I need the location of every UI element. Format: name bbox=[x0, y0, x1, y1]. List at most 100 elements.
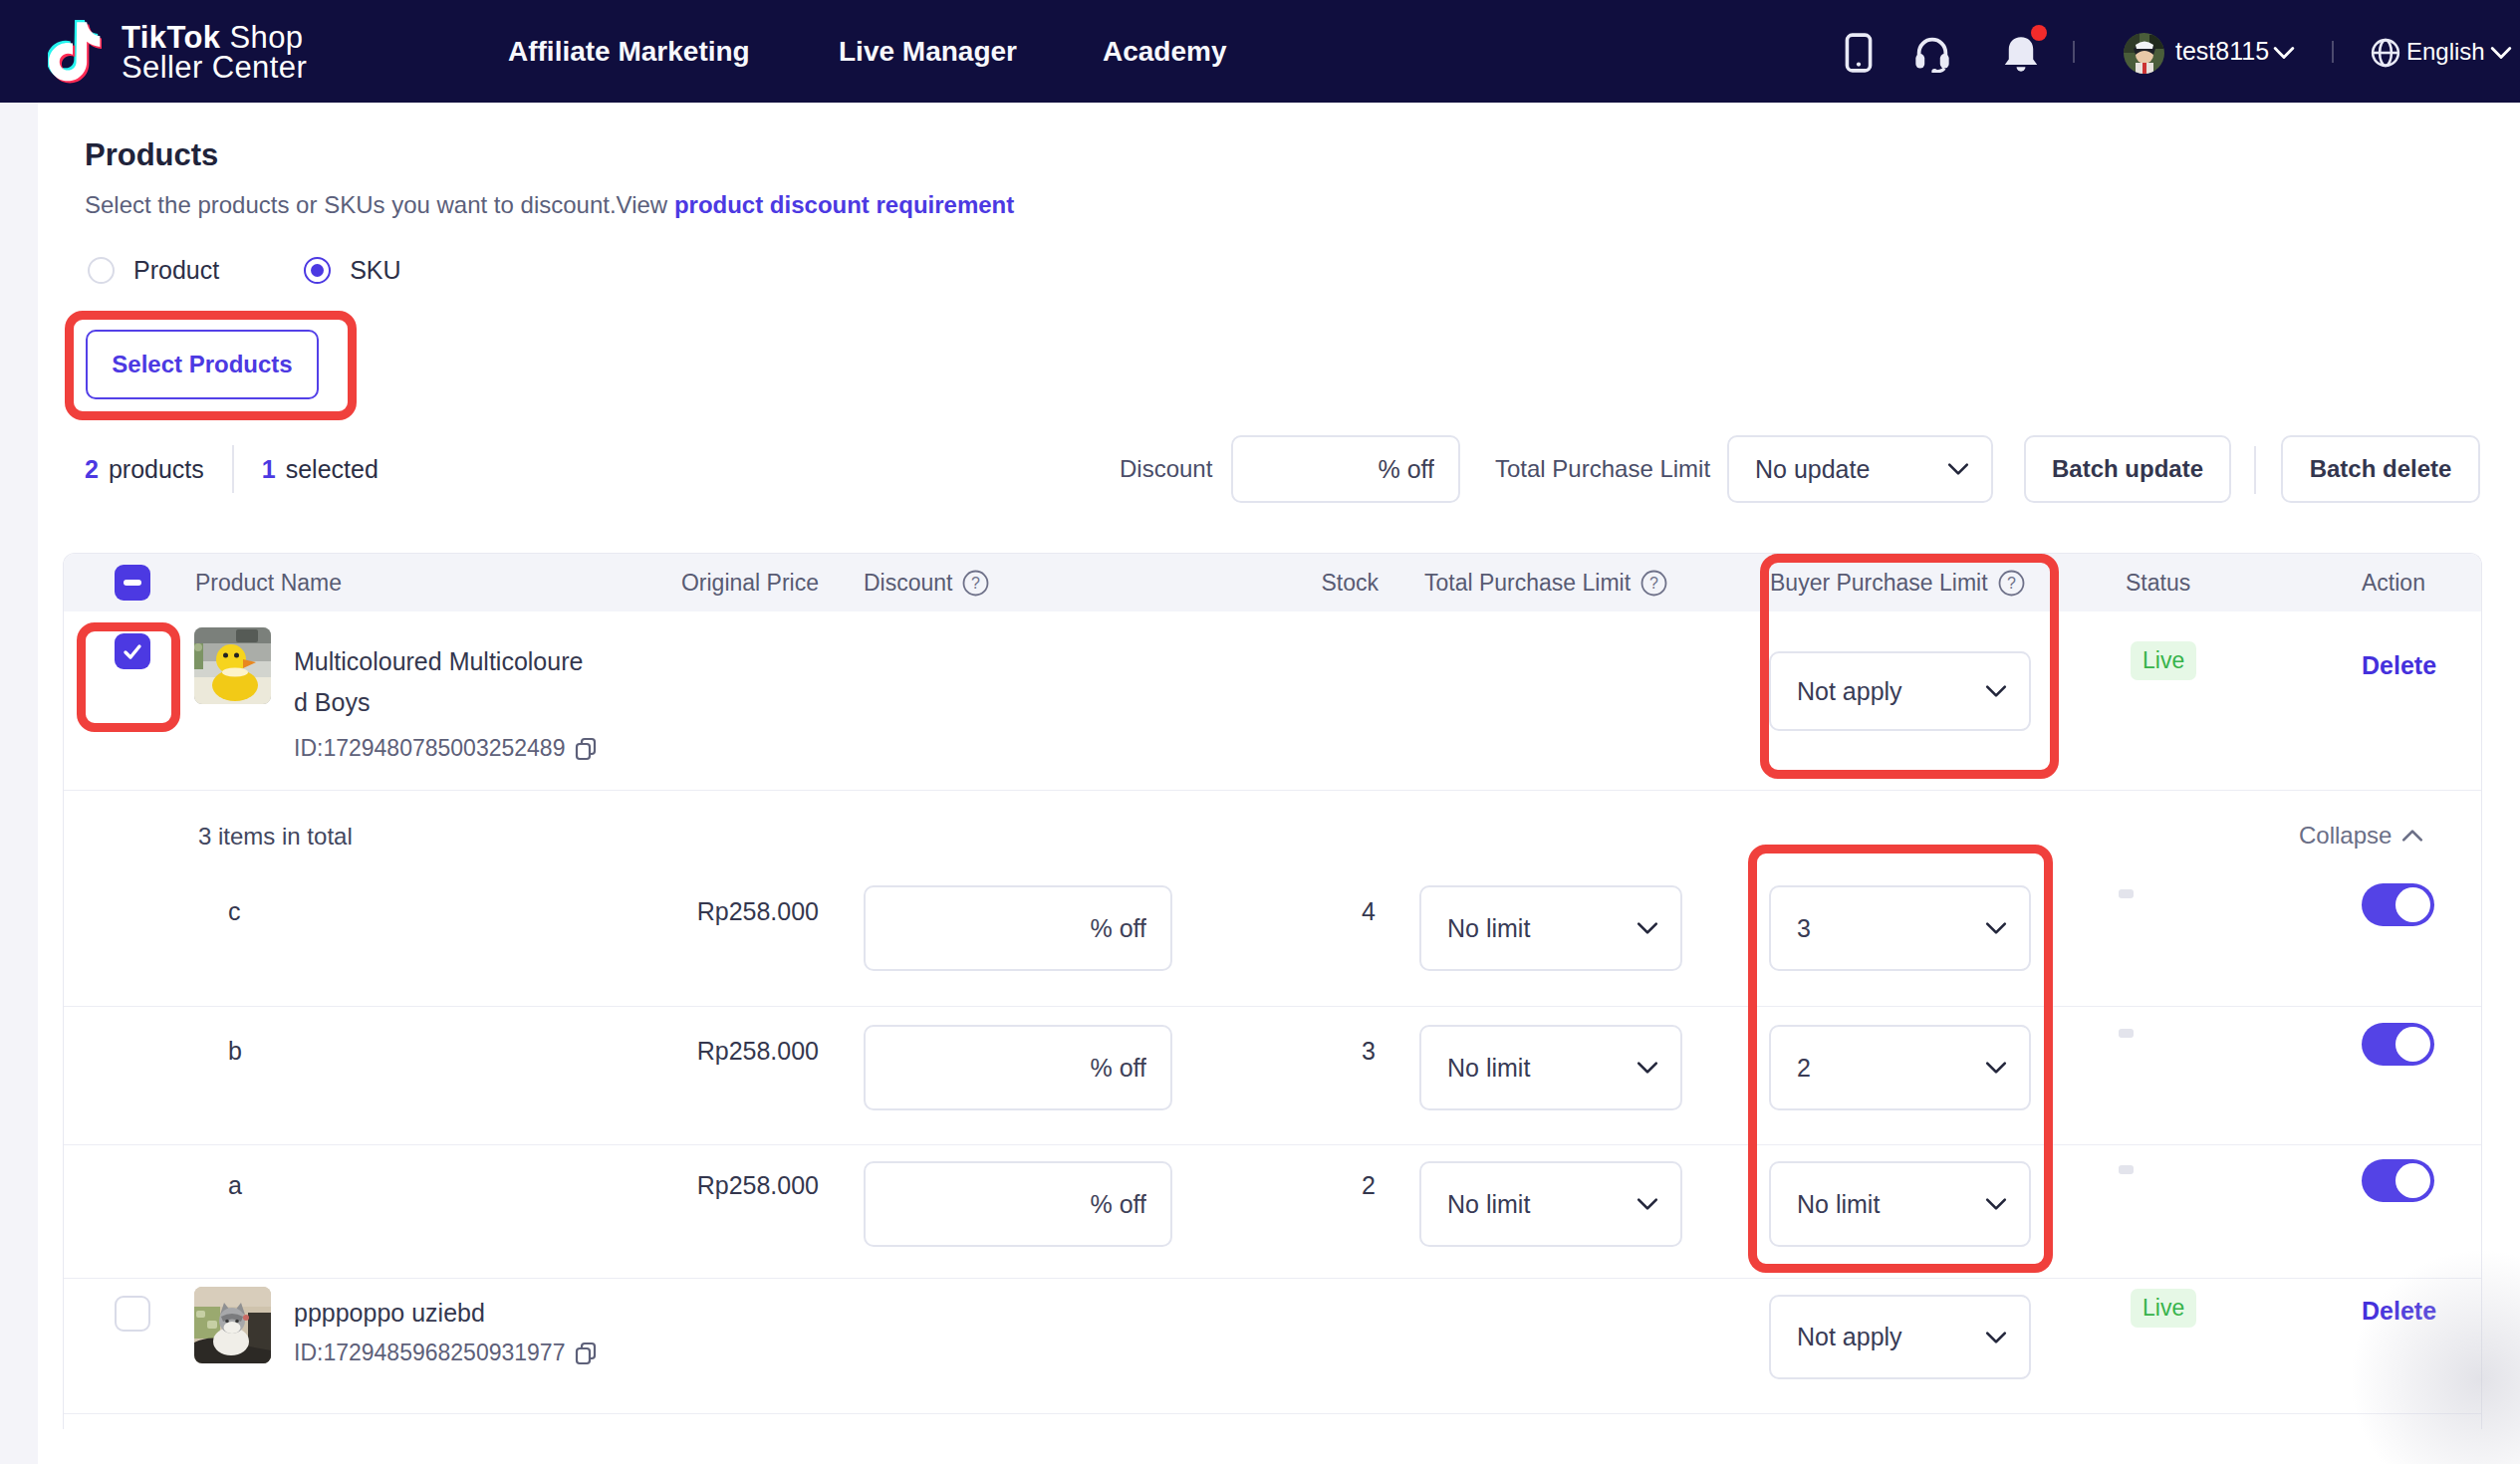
buyer-limit-value: Not apply bbox=[1771, 677, 1985, 706]
chevron-down-icon bbox=[1985, 1061, 2007, 1075]
batch-update-button[interactable]: Batch update bbox=[2024, 435, 2231, 503]
product-image-cat bbox=[194, 1287, 271, 1363]
select-products-button[interactable]: Select Products bbox=[86, 330, 319, 399]
page-subtitle: Select the products or SKUs you want to … bbox=[85, 191, 1014, 219]
items-summary: 3 items in total bbox=[198, 823, 353, 851]
products-table: Product Name Original Price Discount ? S… bbox=[63, 553, 2482, 1429]
sku-buyer-purchase-limit-select[interactable]: No limit bbox=[1769, 1161, 2031, 1247]
sku-total-purchase-limit-select[interactable]: No limit bbox=[1419, 1161, 1682, 1247]
product-image-duck bbox=[194, 627, 271, 704]
help-circle-icon[interactable]: ? bbox=[1998, 570, 2025, 597]
chevron-down-icon bbox=[1985, 684, 2007, 698]
radio-product-label[interactable]: Product bbox=[133, 256, 219, 285]
col-status: Status bbox=[2126, 554, 2190, 611]
chevron-down-icon bbox=[1637, 1061, 1658, 1075]
sku-name: a bbox=[228, 1171, 242, 1200]
product-discount-requirement-link[interactable]: product discount requirement bbox=[674, 191, 1014, 218]
nav-academy[interactable]: Academy bbox=[1103, 0, 1227, 103]
radio-product[interactable] bbox=[88, 257, 115, 284]
selected-count-label: selected bbox=[286, 455, 378, 484]
select-all-checkbox[interactable] bbox=[115, 565, 150, 601]
product-name[interactable]: ppppoppo uziebd bbox=[294, 1293, 485, 1334]
notification-bell-icon[interactable] bbox=[2001, 35, 2041, 75]
total-limit-value: No limit bbox=[1421, 914, 1637, 943]
svg-text:?: ? bbox=[972, 575, 981, 592]
status-placeholder-dash bbox=[2119, 889, 2134, 898]
status-placeholder-dash bbox=[2119, 1165, 2134, 1174]
sku-stock: 4 bbox=[1259, 897, 1376, 926]
discount-batch-input[interactable] bbox=[1231, 435, 1460, 503]
sku-row-a: a Rp258.000 2 No limit No limit bbox=[64, 1145, 2481, 1279]
row-checkbox-checked[interactable] bbox=[115, 633, 150, 669]
radio-sku-label[interactable]: SKU bbox=[350, 256, 400, 285]
col-original-price: Original Price bbox=[582, 554, 819, 611]
buyer-purchase-limit-select[interactable]: Not apply bbox=[1769, 1295, 2031, 1379]
sku-price: Rp258.000 bbox=[582, 1171, 819, 1200]
buyer-limit-value: 2 bbox=[1771, 1054, 1985, 1083]
total-purchase-limit-batch-select[interactable]: No update bbox=[1727, 435, 1993, 503]
headset-support-icon[interactable] bbox=[1912, 33, 1952, 73]
sku-discount-input[interactable] bbox=[864, 1161, 1172, 1247]
batch-delete-button[interactable]: Batch delete bbox=[2281, 435, 2480, 503]
help-circle-icon[interactable]: ? bbox=[962, 570, 989, 597]
product-id: ID:1729485968250931977 bbox=[294, 1340, 599, 1366]
sku-total-purchase-limit-select[interactable]: No limit bbox=[1419, 885, 1682, 971]
product-id: ID:1729480785003252489 bbox=[294, 735, 599, 762]
col-buyer-purchase-limit: Buyer Purchase Limit ? bbox=[1770, 554, 2025, 611]
buyer-purchase-limit-select[interactable]: Not apply bbox=[1769, 651, 2031, 731]
chevron-down-icon bbox=[1637, 1197, 1658, 1211]
sku-buyer-purchase-limit-select[interactable]: 2 bbox=[1769, 1025, 2031, 1110]
tiktok-shop-seller-center-page: TikTok Shop Seller Center Affiliate Mark… bbox=[0, 0, 2520, 1464]
discount-batch-label: Discount bbox=[1120, 435, 1212, 503]
chevron-up-icon bbox=[2401, 829, 2423, 843]
sku-active-toggle-on[interactable] bbox=[2362, 883, 2434, 926]
chevron-down-icon[interactable] bbox=[2273, 46, 2295, 60]
language-globe-icon[interactable] bbox=[2371, 38, 2400, 68]
toolbar-divider bbox=[2254, 446, 2256, 494]
delete-link[interactable]: Delete bbox=[2362, 651, 2436, 680]
no-update-value: No update bbox=[1729, 455, 1947, 484]
product-row-1: Multicoloured Multicoloure d Boys ID:172… bbox=[64, 611, 2481, 791]
row-checkbox-unchecked[interactable] bbox=[115, 1296, 150, 1332]
product-name[interactable]: Multicoloured Multicoloure d Boys bbox=[294, 641, 583, 723]
radio-sku[interactable] bbox=[304, 257, 331, 284]
sku-discount-input[interactable] bbox=[864, 1025, 1172, 1110]
sku-total-purchase-limit-select[interactable]: No limit bbox=[1419, 1025, 1682, 1110]
help-circle-icon[interactable]: ? bbox=[1640, 570, 1667, 597]
svg-text:?: ? bbox=[1649, 575, 1658, 592]
sku-discount-input[interactable] bbox=[864, 885, 1172, 971]
sku-price: Rp258.000 bbox=[582, 1037, 819, 1066]
total-limit-value: No limit bbox=[1421, 1054, 1637, 1083]
sku-row-c: c Rp258.000 4 No limit 3 bbox=[64, 867, 2481, 1007]
sku-active-toggle-on[interactable] bbox=[2362, 1159, 2434, 1202]
language-label[interactable]: English bbox=[2406, 0, 2485, 103]
sku-active-toggle-on[interactable] bbox=[2362, 1023, 2434, 1066]
mobile-app-icon[interactable] bbox=[1842, 33, 1876, 73]
sku-row-b: b Rp258.000 3 No limit 2 bbox=[64, 1007, 2481, 1145]
buyer-limit-value: Not apply bbox=[1771, 1323, 1985, 1351]
col-action: Action bbox=[2362, 554, 2425, 611]
selected-count: 1 bbox=[262, 455, 276, 484]
status-badge-live: Live bbox=[2131, 1289, 2196, 1328]
sku-stock: 3 bbox=[1259, 1037, 1376, 1066]
nav-live-manager[interactable]: Live Manager bbox=[839, 0, 1017, 103]
nav-affiliate-marketing[interactable]: Affiliate Marketing bbox=[508, 0, 750, 103]
brand-wordmark[interactable]: TikTok Shop Seller Center bbox=[122, 23, 307, 83]
avatar[interactable] bbox=[2124, 33, 2164, 74]
chevron-down-icon[interactable] bbox=[2490, 46, 2512, 60]
collapse-link[interactable]: Collapse bbox=[2299, 822, 2423, 850]
table-header-row: Product Name Original Price Discount ? S… bbox=[64, 554, 2481, 611]
copy-icon[interactable] bbox=[573, 1341, 599, 1366]
copy-icon[interactable] bbox=[573, 736, 599, 762]
total-limit-value: No limit bbox=[1421, 1190, 1637, 1219]
header-divider bbox=[2332, 41, 2334, 63]
chevron-down-icon bbox=[1637, 921, 1658, 935]
col-discount: Discount ? bbox=[864, 554, 989, 611]
tiktok-logo-icon[interactable] bbox=[48, 20, 102, 84]
sku-stock: 2 bbox=[1259, 1171, 1376, 1200]
chevron-down-icon bbox=[1985, 921, 2007, 935]
sku-buyer-purchase-limit-select[interactable]: 3 bbox=[1769, 885, 2031, 971]
username-label[interactable]: test8115 bbox=[2175, 0, 2269, 103]
svg-text:?: ? bbox=[2007, 575, 2016, 592]
sku-group-header: 3 items in total Collapse bbox=[64, 791, 2481, 867]
